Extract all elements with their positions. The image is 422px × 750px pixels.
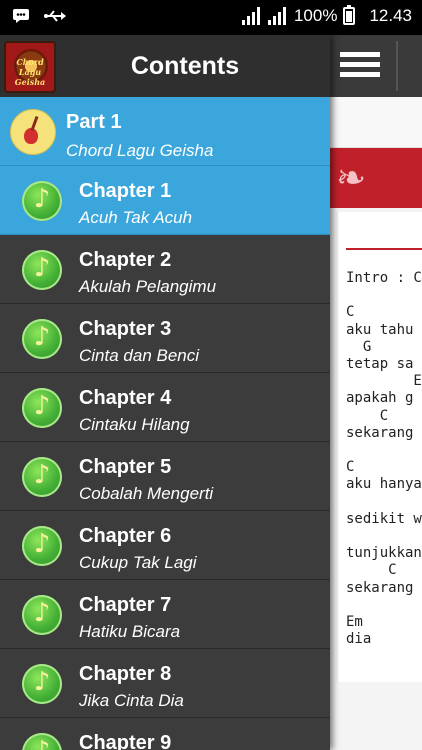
music-note-icon [22, 388, 62, 428]
drawer-header: Chord Lagu Geisha Contents [0, 35, 330, 97]
hamburger-menu-icon[interactable] [340, 47, 380, 87]
chapter-item[interactable]: Chapter 6 Cukup Tak Lagi [0, 511, 330, 580]
chapter-item[interactable]: Chapter 7 Hatiku Bicara [0, 580, 330, 649]
chapter-subtitle: Jika Cinta Dia [79, 691, 184, 710]
chapter-label: Chapter 1 [79, 180, 172, 202]
part-item[interactable]: Part 1 Chord Lagu Geisha [0, 97, 330, 166]
cell-signal-icon [267, 7, 288, 25]
chapter-label: Chapter 2 [79, 249, 172, 271]
drawer-title: Contents [130, 52, 240, 80]
chapter-subtitle: Cintaku Hilang [79, 415, 190, 434]
chapter-item[interactable]: Chapter 1 Acuh Tak Acuh [0, 166, 330, 235]
music-note-icon [22, 457, 62, 497]
ornament-icon: ❧ [336, 158, 367, 199]
chapter-subtitle: Acuh Tak Acuh [79, 208, 193, 227]
music-note-icon [22, 250, 62, 290]
music-note-icon [22, 526, 62, 566]
chapter-label: Chapter 5 [79, 456, 172, 478]
music-note-icon [22, 733, 62, 750]
guitar-icon [10, 109, 56, 155]
chapter-item[interactable]: Chapter 9 [0, 718, 330, 750]
chapter-item[interactable]: Chapter 4 Cintaku Hilang [0, 373, 330, 442]
music-note-icon [22, 181, 62, 221]
status-bar: 100% 12.43 [0, 0, 422, 35]
chapter-label: Chapter 7 [79, 594, 172, 616]
part-subtitle: Chord Lagu Geisha [66, 141, 214, 160]
sub-toolbar [330, 97, 422, 148]
chapter-subtitle: Hatiku Bicara [79, 622, 181, 641]
reader-content: ❧ Intro : C C aku tahu G tetap sa E apak… [330, 35, 422, 750]
bbm-icon [12, 8, 30, 29]
lyrics-text: Intro : C C aku tahu G tetap sa E apakah… [346, 270, 422, 648]
chapter-item[interactable]: Chapter 2 Akulah Pelangimu [0, 235, 330, 304]
lyrics-page: Intro : C C aku tahu G tetap sa E apakah… [336, 212, 422, 682]
app-bar-divider [396, 41, 398, 91]
navigation-drawer: Chord Lagu Geisha Contents Part 1 Chord … [0, 35, 330, 750]
decorative-banner: ❧ [330, 148, 422, 208]
title-underline [346, 248, 422, 250]
chapter-item[interactable]: Chapter 8 Jika Cinta Dia [0, 649, 330, 718]
music-note-icon [22, 319, 62, 359]
chapter-label: Chapter 4 [79, 387, 172, 409]
app-bar [330, 35, 422, 97]
battery-percent: 100% [293, 6, 338, 25]
clock: 12.43 [369, 6, 412, 25]
chapter-label: Chapter 3 [79, 318, 172, 340]
music-note-icon [22, 595, 62, 635]
usb-icon [44, 9, 66, 28]
chapter-label: Chapter 6 [79, 525, 172, 547]
battery-icon [343, 5, 356, 25]
chapter-label: Chapter 9 [79, 732, 172, 750]
chapter-subtitle: Cobalah Mengerti [79, 484, 214, 503]
music-note-icon [22, 664, 62, 704]
chapter-subtitle: Cinta dan Benci [79, 346, 200, 365]
chapter-subtitle: Cukup Tak Lagi [79, 553, 197, 572]
chapter-label: Chapter 8 [79, 663, 172, 685]
chapter-item[interactable]: Chapter 3 Cinta dan Benci [0, 304, 330, 373]
wifi-signal-icon [241, 7, 262, 25]
chapter-subtitle: Akulah Pelangimu [79, 277, 217, 296]
chapter-list: Chapter 1 Acuh Tak Acuh Chapter 2 Akulah… [0, 166, 330, 750]
chapter-item[interactable]: Chapter 5 Cobalah Mengerti [0, 442, 330, 511]
part-label: Part 1 [66, 111, 122, 133]
